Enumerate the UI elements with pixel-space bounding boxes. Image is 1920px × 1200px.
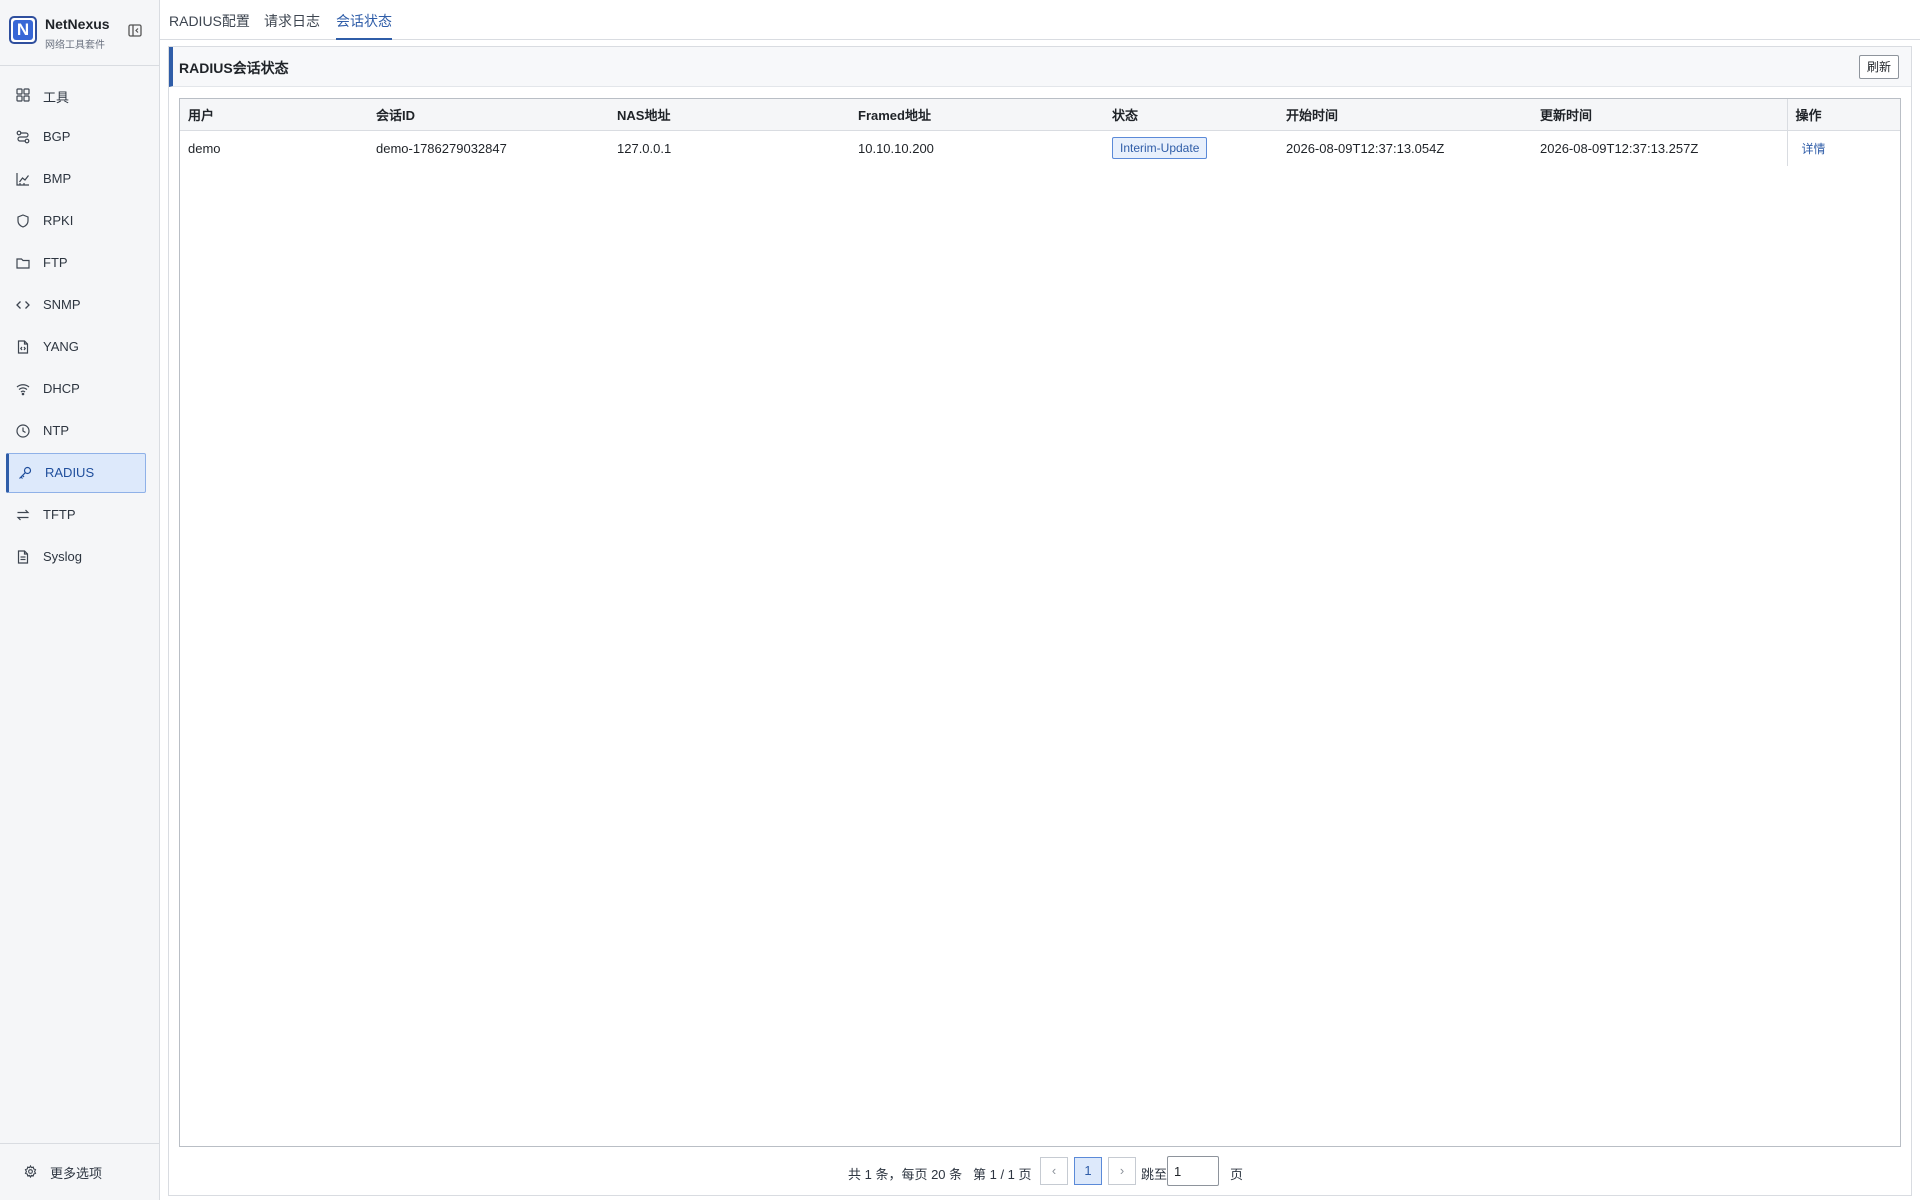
document-icon [17,550,29,564]
cell-updated: 2026-08-09T12:37:13.257Z [1540,140,1699,156]
refresh-button[interactable]: 刷新 [1858,55,1899,79]
sidebar-item-label: FTP [43,255,68,270]
sidebar-item-label: RADIUS [45,465,95,480]
cell-start: 2026-08-09T12:37:13.054Z [1286,140,1445,156]
sidebar-item-label: BMP [43,171,72,186]
table-header-row: 用户 会话ID NAS地址 Framed地址 状态 开始时间 更新时间 操作 [180,99,1900,131]
column-header-framed[interactable]: Framed地址 [850,99,1104,131]
sidebar-collapse-icon[interactable] [128,24,142,37]
panel-title: RADIUS会话状态 [179,60,289,76]
cell-session-id: demo-1786279032847 [376,140,507,156]
more-options-button[interactable]: 更多选项 [50,1163,102,1182]
sidebar-item-label: NTP [43,423,69,438]
cell-status: Interim-Update [1104,130,1278,166]
gear-icon [24,1165,37,1178]
route-icon [16,130,30,144]
sidebar-item-yang[interactable]: YANG [6,327,146,367]
transfer-icon [16,509,30,521]
session-panel: RADIUS会话状态 刷新 用户 会话ID NAS地址 Framed地址 状态 … [168,46,1912,1196]
chart-icon [16,173,29,186]
jump-label: 跳至 [1141,1167,1168,1182]
table-row[interactable]: demo demo-1786279032847 127.0.0.1 10.10.… [180,130,1900,166]
sidebar-item-label: BGP [43,129,71,144]
pagination: 共 1 条，每页 20 条 第 1 / 1 页 ‹ 1 › 跳至 页 [169,1155,1911,1187]
grid-icon [16,88,30,102]
app-name: NetNexus [45,16,110,32]
cell-nas: 127.0.0.1 [617,140,672,156]
cell-framed: 10.10.10.200 [858,140,934,156]
key-icon [19,466,32,479]
sidebar-footer: 更多选项 [0,1143,160,1200]
sidebar-item-label: YANG [43,339,79,354]
sessions-table: 用户 会话ID NAS地址 Framed地址 状态 开始时间 更新时间 操作 d… [179,98,1901,1147]
sidebar-item-radius[interactable]: RADIUS [6,453,146,493]
sidebar-item-dhcp[interactable]: DHCP [6,369,146,409]
column-header-start[interactable]: 开始时间 [1278,99,1532,131]
pagination-page-info: 第 1 / 1 页 [973,1167,1032,1182]
tab-session-status[interactable]: 会话状态 [336,11,392,40]
sidebar-item-ntp[interactable]: NTP [6,411,146,451]
tab-request-log[interactable]: 请求日志 [264,11,320,40]
sidebar-item-rpki[interactable]: RPKI [6,201,146,241]
tab-radius-config[interactable]: RADIUS配置 [169,11,250,40]
page-jump-input[interactable] [1167,1156,1219,1186]
sidebar-item-label: 工具 [43,90,70,105]
sidebar-item-tftp[interactable]: TFTP [6,495,146,535]
sidebar-item-bgp[interactable]: BGP [6,117,146,157]
column-header-updated[interactable]: 更新时间 [1532,99,1787,131]
sidebar-item-label: DHCP [43,381,80,396]
file-code-icon [17,340,29,354]
wifi-icon [16,384,30,396]
shield-icon [17,214,29,228]
sidebar: N NetNexus 网络工具套件 工具 BGP BMP RPKI FTP SN… [0,0,160,1200]
code-icon [16,301,30,309]
folder-icon [16,258,30,269]
sidebar-item-ftp[interactable]: FTP [6,243,146,283]
page-button-1[interactable]: 1 [1074,1157,1102,1185]
sidebar-item-syslog[interactable]: Syslog [6,537,146,577]
column-header-user[interactable]: 用户 [180,99,368,131]
sidebar-item-snmp[interactable]: SNMP [6,285,146,325]
sidebar-item-bmp[interactable]: BMP [6,159,146,199]
logo-letter: N [13,20,33,40]
cell-user: demo [188,140,221,156]
sidebar-item-label: TFTP [43,507,76,522]
cell-action: 详情 [1786,130,1900,166]
app-logo: N [9,16,37,44]
next-page-button[interactable]: › [1108,1157,1136,1185]
detail-link[interactable]: 详情 [1796,142,1826,156]
column-header-status[interactable]: 状态 [1104,99,1278,131]
sidebar-nav: 工具 BGP BMP RPKI FTP SNMP YANG DHCP NTP R… [6,75,146,579]
panel-header: RADIUS会话状态 刷新 [169,47,1911,87]
page-suffix-label: 页 [1230,1167,1244,1182]
sidebar-item-tools[interactable]: 工具 [6,75,146,115]
app-subtitle: 网络工具套件 [45,40,105,51]
column-header-session-id[interactable]: 会话ID [368,99,609,131]
sidebar-item-label: RPKI [43,213,74,228]
prev-page-button[interactable]: ‹ [1040,1157,1068,1185]
sidebar-item-label: SNMP [43,297,81,312]
clock-icon [16,424,30,438]
sidebar-item-label: Syslog [43,549,83,564]
column-header-nas[interactable]: NAS地址 [609,99,850,131]
column-header-action: 操作 [1786,99,1900,131]
tab-bar: RADIUS配置 请求日志 会话状态 [160,0,1920,40]
status-badge: Interim-Update [1112,137,1208,160]
pagination-summary: 共 1 条，每页 20 条 [848,1167,963,1182]
brand-header: N NetNexus 网络工具套件 [0,0,160,66]
